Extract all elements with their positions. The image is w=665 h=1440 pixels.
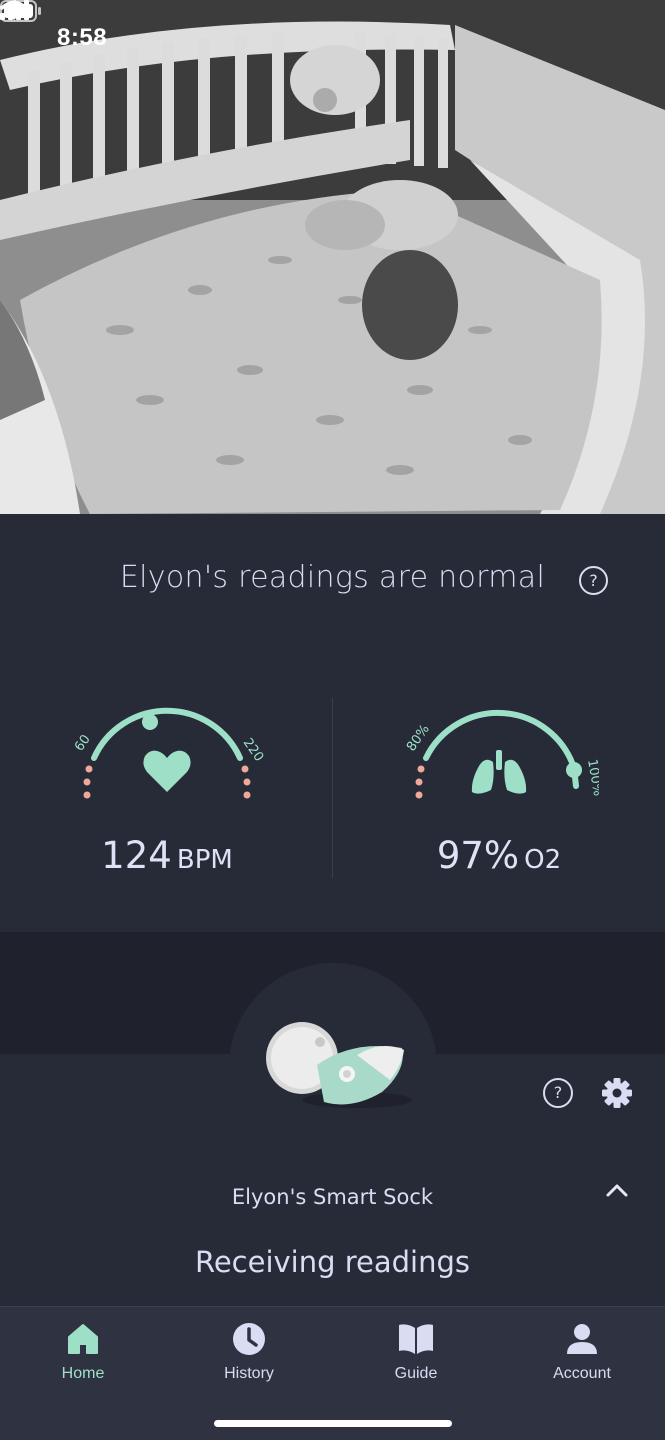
status-bar: 8:58 <box>0 0 665 76</box>
tab-history[interactable]: History <box>189 1321 309 1383</box>
tab-account-label: Account <box>553 1365 611 1382</box>
device-status: Receiving readings <box>194 1245 471 1279</box>
oxygen-unit: O2 <box>524 845 562 875</box>
readings-title: Elyon's readings are normal <box>119 560 546 595</box>
oxygen-gauge: 80% 100% <box>404 709 599 799</box>
heart-rate-number: 124 <box>101 834 172 877</box>
o2-max-label: 100% <box>584 758 599 797</box>
help-icon: ? <box>553 1083 563 1102</box>
home-icon <box>68 1324 98 1354</box>
oxygen-value: 97% O2 <box>379 834 619 877</box>
hr-max-label: 220 <box>240 736 267 765</box>
chevron-up-icon[interactable] <box>605 1181 629 1199</box>
book-icon <box>399 1324 433 1354</box>
device-help-button[interactable]: ? <box>543 1078 573 1108</box>
heart-rate-gauge: 60 220 <box>72 707 267 799</box>
gear-icon[interactable] <box>601 1077 633 1109</box>
readings-help-button[interactable]: ? <box>579 566 608 595</box>
hr-min-label: 60 <box>72 732 94 754</box>
tab-guide-label: Guide <box>394 1365 438 1382</box>
tab-account[interactable]: Account <box>522 1321 642 1383</box>
tab-home[interactable]: Home <box>23 1321 143 1383</box>
heart-rate-value: 124 BPM <box>47 834 287 877</box>
tab-home-label: Home <box>61 1365 105 1382</box>
heart-icon <box>143 750 191 792</box>
device-name: Elyon's Smart Sock <box>231 1185 434 1209</box>
lungs-icon <box>471 750 527 794</box>
clock-icon <box>233 1323 265 1355</box>
smart-sock-image <box>266 1022 412 1108</box>
tab-history-label: History <box>224 1365 274 1382</box>
home-indicator[interactable] <box>214 1420 452 1427</box>
help-icon: ? <box>589 571 598 590</box>
readings-panel: Elyon's readings are normal ? 60 220 124… <box>0 514 665 932</box>
battery-icon <box>0 0 41 22</box>
tab-guide[interactable]: Guide <box>356 1321 476 1383</box>
crib-camera-image <box>0 0 665 514</box>
status-time: 8:58 <box>57 24 108 51</box>
camera-feed[interactable]: 8:58 <box>0 0 665 514</box>
oxygen-number: 97% <box>436 834 520 877</box>
heart-rate-unit: BPM <box>176 845 233 875</box>
person-icon <box>567 1324 597 1354</box>
readings-divider <box>332 698 333 878</box>
